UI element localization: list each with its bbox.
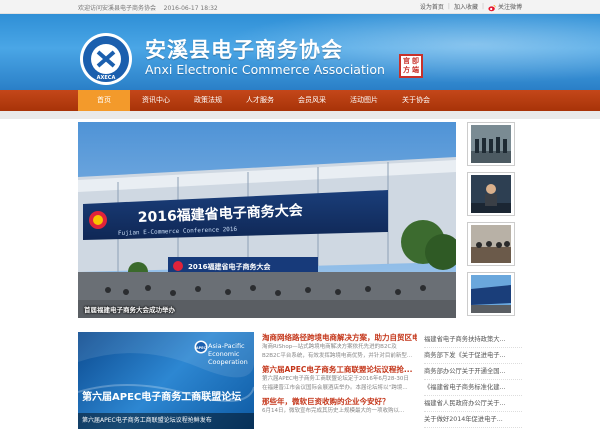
site-title-cn: 安溪县电子商务协会 bbox=[145, 38, 343, 62]
apec-name-line: Economic Cooperation bbox=[208, 350, 248, 366]
nav-item-photos[interactable]: 活动图片 bbox=[338, 90, 390, 111]
news-item: 第六届APEC电子商务工商联盟论坛议程抢... 第六届APEC电子商务工商联盟论… bbox=[262, 364, 417, 393]
news-item: 那些年，微软巨资收购的企业今安好？ 6月14日，微软宣布完成其历史上规模最大的一… bbox=[262, 396, 417, 416]
news-summary: 淘商RiShop—站式跨境电商解决方案依托先进的B2C及 bbox=[262, 344, 397, 350]
list-item[interactable]: 《福建省电子商务标准化建... bbox=[424, 380, 522, 396]
conference-photo: 2016福建省电子商务大会 Fujian E-Commerce Conferen… bbox=[78, 122, 456, 318]
list-item[interactable]: 福建省电子商务扶持政策大... bbox=[424, 332, 522, 348]
follow-weibo-link[interactable]: 关注微博 bbox=[488, 2, 522, 12]
association-logo[interactable]: AXECA bbox=[79, 32, 133, 86]
main-nav: 首页 资讯中心 政策法规 人才服务 会员风采 活动图片 关于协会 bbox=[0, 90, 600, 111]
logo-abbr: AXECA bbox=[97, 75, 116, 81]
list-item[interactable]: 关于做好2014年促进电子... bbox=[424, 412, 522, 428]
red-seal-stamp: 官 卽 方 端 bbox=[399, 54, 423, 78]
weibo-icon bbox=[488, 4, 496, 11]
add-favorite-link[interactable]: 加入收藏 bbox=[454, 2, 478, 11]
slide-thumbnails bbox=[467, 122, 517, 318]
seal-char: 端 bbox=[412, 66, 419, 74]
banner-text: 2016福建省电子商务大会 bbox=[188, 262, 271, 271]
news-summary: B2B2C平台系统，有效发挥跨境电商优势，并针对目前新型... bbox=[262, 353, 413, 359]
divider-strip bbox=[0, 111, 600, 119]
thumbnail[interactable] bbox=[467, 272, 515, 316]
top-utility-bar: 欢迎访问安溪县电子商务协会 2016-06-17 18:32 设为首页 | 加入… bbox=[0, 0, 600, 14]
current-datetime: 2016-06-17 18:32 bbox=[163, 5, 218, 12]
list-item[interactable]: 商务部下发《关于促进电子... bbox=[424, 348, 522, 364]
site-title-en: Anxi Electronic Commerce Association bbox=[145, 62, 385, 77]
nav-item-members[interactable]: 会员风采 bbox=[286, 90, 338, 111]
news-title[interactable]: 淘商网络路径跨境电商解决方案，助力自贸区电... bbox=[262, 332, 417, 343]
welcome-text: 欢迎访问安溪县电子商务协会 2016-06-17 18:32 bbox=[78, 3, 218, 12]
set-homepage-link[interactable]: 设为首页 bbox=[420, 2, 444, 11]
nav-item-news[interactable]: 资讯中心 bbox=[130, 90, 182, 111]
promo-caption: 第六届APEC电子商务工商联盟论坛议程抢鲜发布 bbox=[78, 413, 254, 429]
apec-logo-icon: APEC bbox=[194, 340, 208, 354]
meeting-photo-thumb bbox=[471, 225, 511, 263]
nav-item-talent[interactable]: 人才服务 bbox=[234, 90, 286, 111]
seal-char: 方 bbox=[403, 66, 410, 74]
promo-headline: 第六届APEC电子商务工商联盟论坛 bbox=[82, 392, 242, 403]
news-list: 淘商网络路径跨境电商解决方案，助力自贸区电... 淘商RiShop—站式跨境电商… bbox=[262, 332, 417, 429]
thumbnail[interactable] bbox=[467, 222, 515, 266]
apec-logo-label: APEC bbox=[196, 346, 207, 350]
seal-char: 卽 bbox=[412, 57, 419, 65]
policy-link-list: 福建省电子商务扶持政策大... 商务部下发《关于促进电子... 商务部办公厅关于… bbox=[424, 332, 522, 429]
apec-name: Asia-Pacific Economic Cooperation bbox=[208, 342, 254, 366]
news-summary: 第六届APEC电子商务工商联盟论坛定于2016年6月28-30日 bbox=[262, 376, 409, 382]
top-links: 设为首页 | 加入收藏 | 关注微博 bbox=[420, 2, 522, 12]
venue-photo-thumb bbox=[471, 275, 511, 313]
group-photo-thumb bbox=[471, 125, 511, 163]
nav-item-policy[interactable]: 政策法规 bbox=[182, 90, 234, 111]
news-title[interactable]: 那些年，微软巨资收购的企业今安好？ bbox=[262, 396, 417, 407]
slide-caption: 首届福建电子商务大会成功举办 bbox=[84, 306, 175, 314]
apec-promo-image[interactable]: APEC Asia-Pacific Economic Cooperation 第… bbox=[78, 332, 254, 429]
welcome-message: 欢迎访问安溪县电子商务协会 bbox=[78, 5, 157, 12]
news-title[interactable]: 第六届APEC电子商务工商联盟论坛议程抢... bbox=[262, 364, 417, 375]
follow-weibo-label: 关注微博 bbox=[497, 4, 522, 11]
featured-slide[interactable]: 2016福建省电子商务大会 Fujian E-Commerce Conferen… bbox=[78, 122, 456, 318]
speaker-photo-thumb bbox=[471, 175, 511, 213]
list-item[interactable]: 福建省人民政府办公厅关于... bbox=[424, 396, 522, 412]
seal-char: 官 bbox=[403, 57, 410, 65]
link-separator: | bbox=[447, 3, 450, 11]
apec-name-line: Asia-Pacific bbox=[208, 342, 245, 350]
thumbnail[interactable] bbox=[467, 172, 515, 216]
nav-item-about[interactable]: 关于协会 bbox=[390, 90, 442, 111]
list-item[interactable]: 商务部办公厅关于开通全国... bbox=[424, 364, 522, 380]
news-item: 淘商网络路径跨境电商解决方案，助力自贸区电... 淘商RiShop—站式跨境电商… bbox=[262, 332, 417, 361]
header-banner: AXECA 安溪县电子商务协会 Anxi Electronic Commerce… bbox=[0, 14, 600, 90]
thumbnail[interactable] bbox=[467, 122, 515, 166]
news-summary: 在福建晋江市会议国际会展酒店举办。本届论坛将以“跨境... bbox=[262, 385, 408, 391]
news-summary: 6月14日，微软宣布完成其历史上规模最大的一项收购以... bbox=[262, 408, 405, 414]
nav-item-home[interactable]: 首页 bbox=[78, 90, 130, 111]
link-separator: | bbox=[481, 3, 484, 11]
